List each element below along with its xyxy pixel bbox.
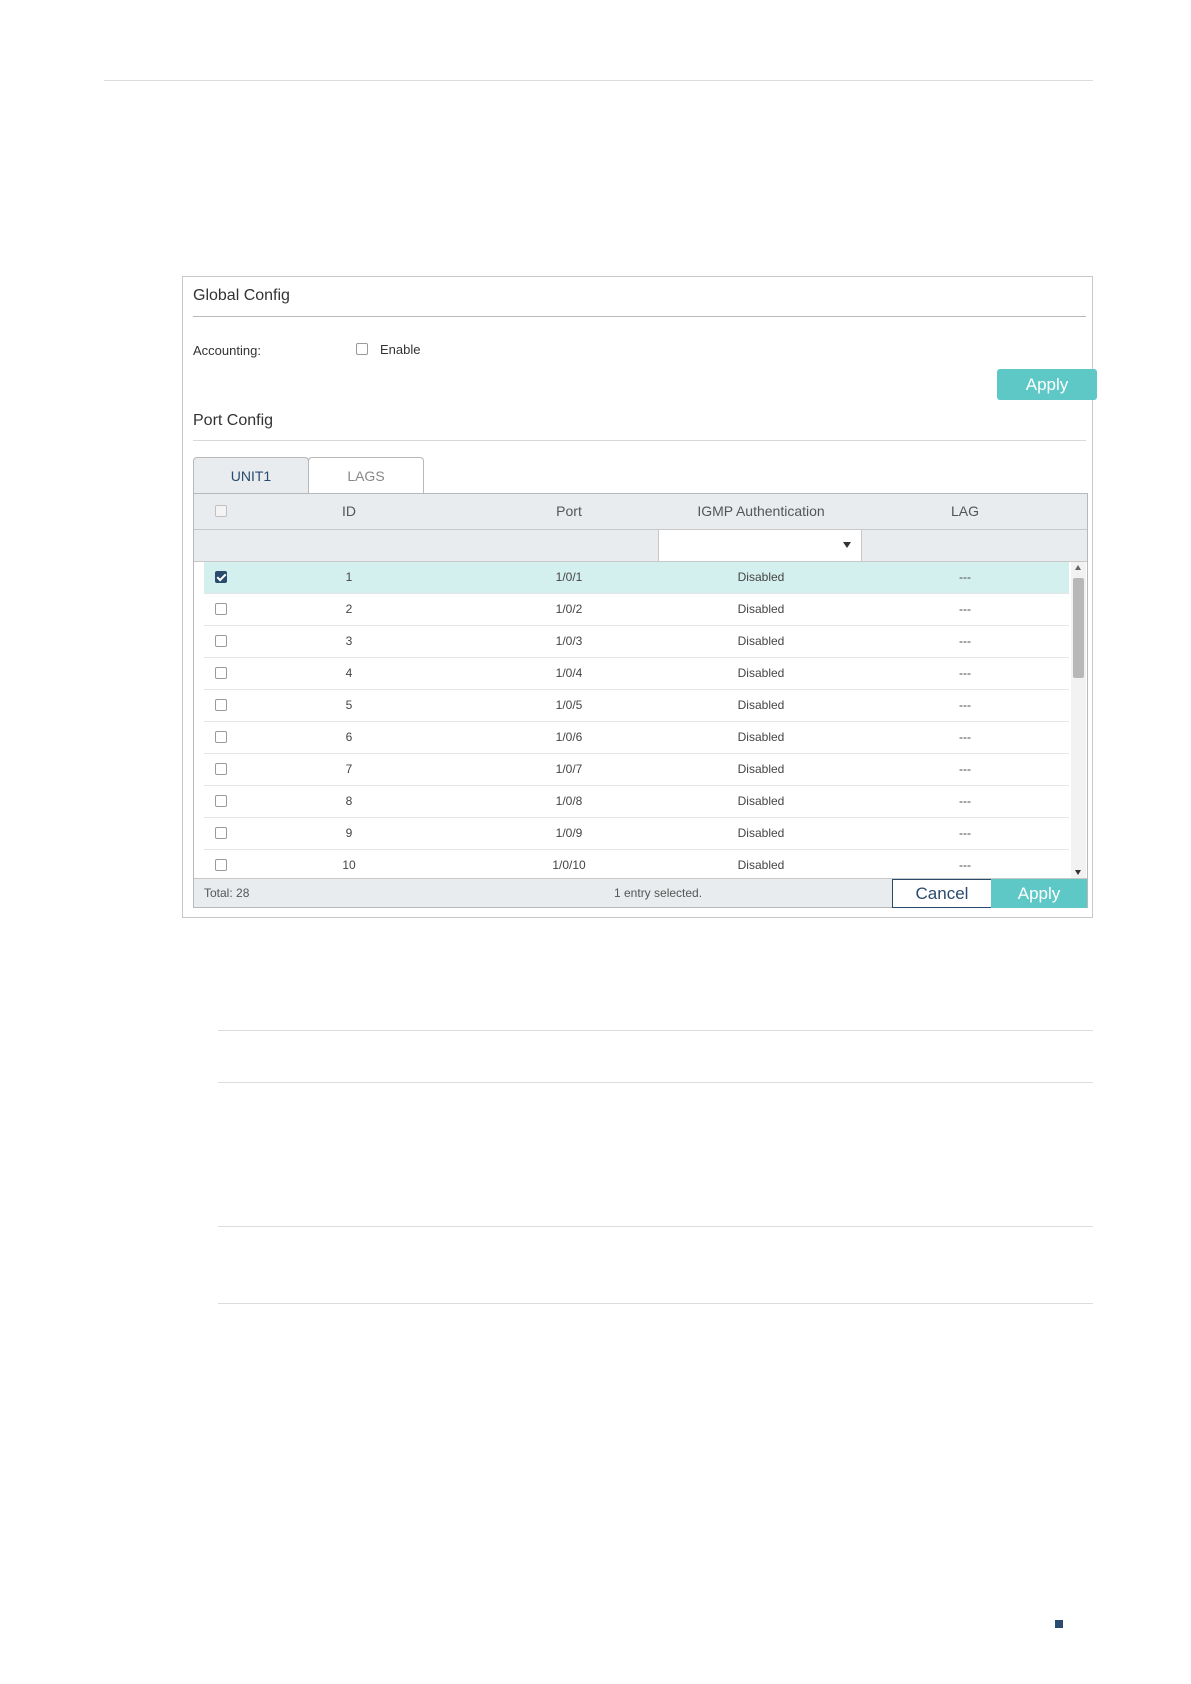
cell-igmp-auth: Disabled: [737, 570, 785, 584]
column-header-port: Port: [556, 503, 582, 519]
page-rule: [218, 1226, 1093, 1227]
port-config-title: Port Config: [193, 412, 274, 429]
port-config-divider: [193, 440, 1086, 441]
cell-id: 6: [345, 730, 353, 744]
table-row[interactable]: 3 1/0/3 Disabled ---: [204, 626, 1069, 658]
row-checkbox[interactable]: [215, 763, 227, 775]
table-header: ID Port IGMP Authentication LAG: [194, 494, 1087, 530]
cell-igmp-auth: Disabled: [737, 602, 785, 616]
table-row[interactable]: 6 1/0/6 Disabled ---: [204, 722, 1069, 754]
cell-id: 3: [345, 634, 353, 648]
row-checkbox[interactable]: [215, 859, 227, 871]
row-checkbox[interactable]: [215, 603, 227, 615]
scroll-down-icon[interactable]: [1075, 870, 1081, 875]
cell-lag: ---: [959, 634, 971, 648]
cell-id: 1: [345, 570, 353, 584]
cell-id: 10: [342, 858, 356, 872]
cell-port: 1/0/2: [555, 602, 583, 616]
cell-lag: ---: [959, 730, 971, 744]
cell-lag: ---: [959, 570, 971, 584]
tab-unit1[interactable]: UNIT1: [193, 457, 309, 493]
enable-label: Enable: [380, 342, 421, 357]
cell-port: 1/0/5: [555, 698, 583, 712]
column-header-id: ID: [342, 503, 356, 519]
cell-lag: ---: [959, 826, 971, 840]
igmp-auth-filter-select[interactable]: [658, 530, 862, 561]
table-row[interactable]: 1 1/0/1 Disabled ---: [204, 562, 1069, 594]
cell-lag: ---: [959, 666, 971, 680]
tab-lags[interactable]: LAGS: [308, 457, 424, 493]
cell-igmp-auth: Disabled: [737, 858, 785, 872]
cell-lag: ---: [959, 858, 971, 872]
column-header-lag: LAG: [950, 503, 979, 519]
cell-lag: ---: [959, 762, 971, 776]
cell-port: 1/0/10: [552, 858, 586, 872]
table-row[interactable]: 7 1/0/7 Disabled ---: [204, 754, 1069, 786]
cell-igmp-auth: Disabled: [737, 634, 785, 648]
table-row[interactable]: 8 1/0/8 Disabled ---: [204, 786, 1069, 818]
row-checkbox[interactable]: [215, 731, 227, 743]
cell-id: 7: [345, 762, 353, 776]
page-rule: [218, 1303, 1093, 1304]
cancel-button[interactable]: Cancel: [892, 879, 992, 908]
cell-igmp-auth: Disabled: [737, 762, 785, 776]
row-checkbox[interactable]: [215, 571, 227, 583]
table-footer: Total: 28 1 entry selected. Cancel Apply: [194, 878, 1087, 908]
row-checkbox[interactable]: [215, 827, 227, 839]
page-marker: [1055, 1620, 1063, 1628]
config-panel: Global Config Accounting: Enable Apply P…: [182, 276, 1097, 918]
table-apply-button[interactable]: Apply: [991, 879, 1087, 908]
cell-lag: ---: [959, 698, 971, 712]
filter-row: [194, 530, 1087, 562]
select-all-checkbox[interactable]: [215, 505, 227, 517]
scroll-up-icon[interactable]: [1075, 565, 1081, 570]
table-scrollbar[interactable]: [1071, 562, 1086, 878]
table-row[interactable]: 5 1/0/5 Disabled ---: [204, 690, 1069, 722]
page-rule: [218, 1030, 1093, 1031]
total-count: Total: 28: [204, 886, 250, 900]
cell-lag: ---: [959, 794, 971, 808]
cell-igmp-auth: Disabled: [737, 794, 785, 808]
cell-id: 9: [345, 826, 353, 840]
cell-igmp-auth: Disabled: [737, 826, 785, 840]
page-top-rule: [104, 80, 1093, 81]
cell-id: 5: [345, 698, 353, 712]
cell-igmp-auth: Disabled: [737, 666, 785, 680]
cell-igmp-auth: Disabled: [737, 698, 785, 712]
table-body: 1 1/0/1 Disabled --- 2 1/0/2 Disabled --- 3 1/0/3…: [204, 562, 1069, 878]
column-header-igmp-auth: IGMP Authentication: [697, 503, 825, 519]
cell-igmp-auth: Disabled: [737, 730, 785, 744]
scrollbar-thumb[interactable]: [1073, 578, 1084, 678]
row-checkbox[interactable]: [215, 635, 227, 647]
table-row[interactable]: 9 1/0/9 Disabled ---: [204, 818, 1069, 850]
cell-port: 1/0/7: [555, 762, 583, 776]
cell-id: 2: [345, 602, 353, 616]
page-rule: [218, 1082, 1093, 1083]
cell-port: 1/0/4: [555, 666, 583, 680]
global-apply-button[interactable]: Apply: [997, 369, 1097, 400]
table-row[interactable]: 2 1/0/2 Disabled ---: [204, 594, 1069, 626]
table-row[interactable]: 4 1/0/4 Disabled ---: [204, 658, 1069, 690]
accounting-enable-checkbox[interactable]: [356, 343, 368, 355]
row-checkbox[interactable]: [215, 795, 227, 807]
cell-port: 1/0/6: [555, 730, 583, 744]
port-table: ID Port IGMP Authentication LAG 1 1/0/1 Di…: [193, 493, 1088, 908]
row-checkbox[interactable]: [215, 699, 227, 711]
cell-port: 1/0/8: [555, 794, 583, 808]
cell-port: 1/0/9: [555, 826, 583, 840]
accounting-label: Accounting:: [193, 343, 261, 358]
cell-lag: ---: [959, 602, 971, 616]
selection-status: 1 entry selected.: [614, 886, 703, 900]
table-row[interactable]: 10 1/0/10 Disabled ---: [204, 850, 1069, 878]
global-config-title: Global Config: [193, 287, 290, 304]
chevron-down-icon: [843, 542, 851, 548]
cell-id: 4: [345, 666, 353, 680]
global-config-divider: [193, 316, 1086, 317]
row-checkbox[interactable]: [215, 667, 227, 679]
cell-port: 1/0/1: [555, 570, 583, 584]
cell-id: 8: [345, 794, 353, 808]
cell-port: 1/0/3: [555, 634, 583, 648]
